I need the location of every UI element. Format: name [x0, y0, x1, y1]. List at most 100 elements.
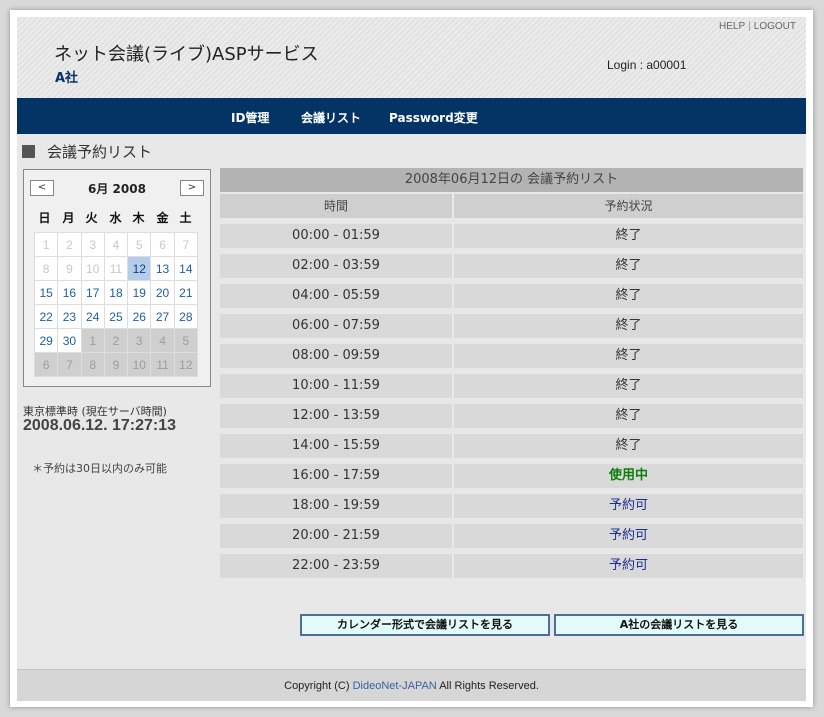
nav-bar: ID管理 会議リスト Password変更 — [17, 98, 806, 134]
reservation-status: 終了 — [454, 374, 803, 398]
calendar-day: 1 — [33, 232, 59, 257]
calendar-day-next-month: 4 — [150, 328, 175, 353]
calendar-day[interactable]: 20 — [150, 280, 175, 305]
column-header-status: 予約状況 — [454, 194, 803, 218]
calendar-day[interactable]: 14 — [173, 256, 199, 281]
calendar-day-next-month: 3 — [127, 328, 152, 353]
logout-link[interactable]: LOGOUT — [754, 21, 796, 32]
time-slot: 00:00 - 01:59 — [220, 224, 452, 248]
nav-item-id-management[interactable]: ID管理 — [231, 109, 269, 126]
reservation-status: 使用中 — [454, 464, 803, 488]
time-slot: 14:00 - 15:59 — [220, 434, 452, 458]
weekday-label: 水 — [109, 211, 122, 225]
calendar-day: 7 — [173, 232, 199, 257]
calendar-day[interactable]: 22 — [33, 304, 59, 329]
calendar-day[interactable]: 28 — [173, 304, 199, 329]
reservation-status: 終了 — [454, 224, 803, 248]
calendar-day[interactable]: 30 — [57, 328, 82, 353]
calendar-day: 2 — [57, 232, 82, 257]
calendar-day-next-month: 9 — [103, 352, 129, 377]
time-slot: 10:00 - 11:59 — [220, 374, 452, 398]
calendar-day[interactable]: 17 — [80, 280, 105, 305]
calendar-day[interactable]: 13 — [150, 256, 175, 281]
reservation-table-caption: 2008年06月12日の 会議予約リスト — [220, 168, 803, 192]
weekday-label: 土 — [179, 211, 192, 225]
header: HELP | LOGOUT ネット会議(ライブ)ASPサービス A社 Login :… — [17, 17, 806, 98]
calendar-grid: 1 2 3 4 5 6 7 8 9 10 11 12 13 14 15 16 1… — [33, 232, 199, 377]
time-slot: 16:00 - 17:59 — [220, 464, 452, 488]
copyright-suffix: All Rights Reserved. — [436, 680, 539, 692]
calendar-day-next-month: 6 — [33, 352, 59, 377]
time-slot: 18:00 - 19:59 — [220, 494, 452, 518]
weekday-label: 月 — [62, 211, 75, 225]
server-time-value: 2008.06.12. 17:27:13 — [23, 417, 177, 434]
company-name: A社 — [55, 71, 79, 86]
copyright-brand: DideoNet-JAPAN — [352, 680, 437, 692]
calendar-day[interactable]: 25 — [103, 304, 129, 329]
calendar-day[interactable]: 15 — [33, 280, 59, 305]
page-container: HELP | LOGOUT ネット会議(ライブ)ASPサービス A社 Login :… — [17, 17, 806, 701]
login-info: Login : a00001 — [607, 58, 687, 72]
calendar-week: 15 16 17 18 19 20 21 — [33, 280, 199, 305]
calendar-week: 29 30 1 2 3 4 5 — [33, 328, 199, 353]
calendar-day[interactable]: 24 — [80, 304, 105, 329]
calendar-day-next-month: 11 — [150, 352, 175, 377]
calendar-week: 8 9 10 11 12 13 14 — [33, 256, 199, 281]
time-slot: 20:00 - 21:59 — [220, 524, 452, 548]
table-row: 20:00 - 21:59 予約可 — [220, 524, 803, 548]
calendar-day[interactable]: 19 — [127, 280, 152, 305]
time-slot: 02:00 - 03:59 — [220, 254, 452, 278]
chevron-right-icon: > — [187, 182, 197, 193]
calendar-view-button[interactable]: カレンダー形式で会議リストを見る — [300, 614, 550, 636]
reserve-link[interactable]: 予約可 — [454, 494, 803, 518]
reserve-link[interactable]: 予約可 — [454, 554, 803, 578]
table-row: 22:00 - 23:59 予約可 — [220, 554, 803, 578]
top-links: HELP | LOGOUT — [719, 21, 796, 32]
calendar-day: 11 — [103, 256, 129, 281]
reserve-link[interactable]: 予約可 — [454, 524, 803, 548]
table-row: 14:00 - 15:59 終了 — [220, 434, 803, 458]
calendar-day[interactable]: 18 — [103, 280, 129, 305]
table-row: 18:00 - 19:59 予約可 — [220, 494, 803, 518]
calendar-day-selected[interactable]: 12 — [127, 256, 152, 281]
copyright-prefix: Copyright (C) — [284, 680, 353, 692]
nav-item-meeting-list[interactable]: 会議リスト — [301, 109, 361, 126]
calendar-day: 10 — [80, 256, 105, 281]
next-month-button[interactable]: > — [180, 180, 204, 196]
table-row: 10:00 - 11:59 終了 — [220, 374, 803, 398]
reservation-table-header: 時間 予約状況 — [220, 194, 803, 218]
calendar-week: 6 7 8 9 10 11 12 — [33, 352, 199, 377]
calendar-day[interactable]: 16 — [57, 280, 82, 305]
link-separator: | — [748, 21, 751, 32]
time-slot: 06:00 - 07:59 — [220, 314, 452, 338]
copyright-text: Copyright (C) DideoNet-JAPAN All Rights … — [17, 680, 806, 692]
calendar-week: 1 2 3 4 5 6 7 — [33, 232, 199, 257]
weekday-label: 日 — [38, 211, 51, 225]
calendar-day: 9 — [57, 256, 82, 281]
page-frame: HELP | LOGOUT ネット会議(ライブ)ASPサービス A社 Login :… — [10, 10, 813, 707]
calendar-day-next-month: 12 — [173, 352, 199, 377]
calendar-day[interactable]: 21 — [173, 280, 199, 305]
reservation-status: 終了 — [454, 344, 803, 368]
company-meeting-list-button[interactable]: A社の会議リストを見る — [554, 614, 804, 636]
square-bullet-icon — [22, 145, 35, 158]
calendar-day[interactable]: 23 — [57, 304, 82, 329]
footer: Copyright (C) DideoNet-JAPAN All Rights … — [17, 669, 806, 701]
calendar-day[interactable]: 27 — [150, 304, 175, 329]
reservation-rows: 00:00 - 01:59 終了 02:00 - 03:59 終了 04:00 - 05… — [220, 224, 803, 578]
weekday-label: 木 — [132, 211, 145, 225]
calendar-day[interactable]: 26 — [127, 304, 152, 329]
help-link[interactable]: HELP — [719, 21, 745, 32]
reservation-status: 終了 — [454, 254, 803, 278]
calendar: < 6月 2008 > 日 月 火 水 木 金 土 1 2 3 4 5 6 7 — [23, 169, 211, 387]
section-title: 会議予約リスト — [22, 141, 152, 162]
calendar-day[interactable]: 29 — [33, 328, 59, 353]
reservation-status: 終了 — [454, 434, 803, 458]
calendar-day-next-month: 7 — [57, 352, 82, 377]
weekday-label: 火 — [85, 211, 98, 225]
calendar-day-next-month: 2 — [103, 328, 129, 353]
time-slot: 22:00 - 23:59 — [220, 554, 452, 578]
reservation-status: 終了 — [454, 314, 803, 338]
nav-item-password-change[interactable]: Password変更 — [389, 109, 478, 126]
reservation-note: ＊予約は30日以内のみ可能 — [32, 462, 167, 475]
